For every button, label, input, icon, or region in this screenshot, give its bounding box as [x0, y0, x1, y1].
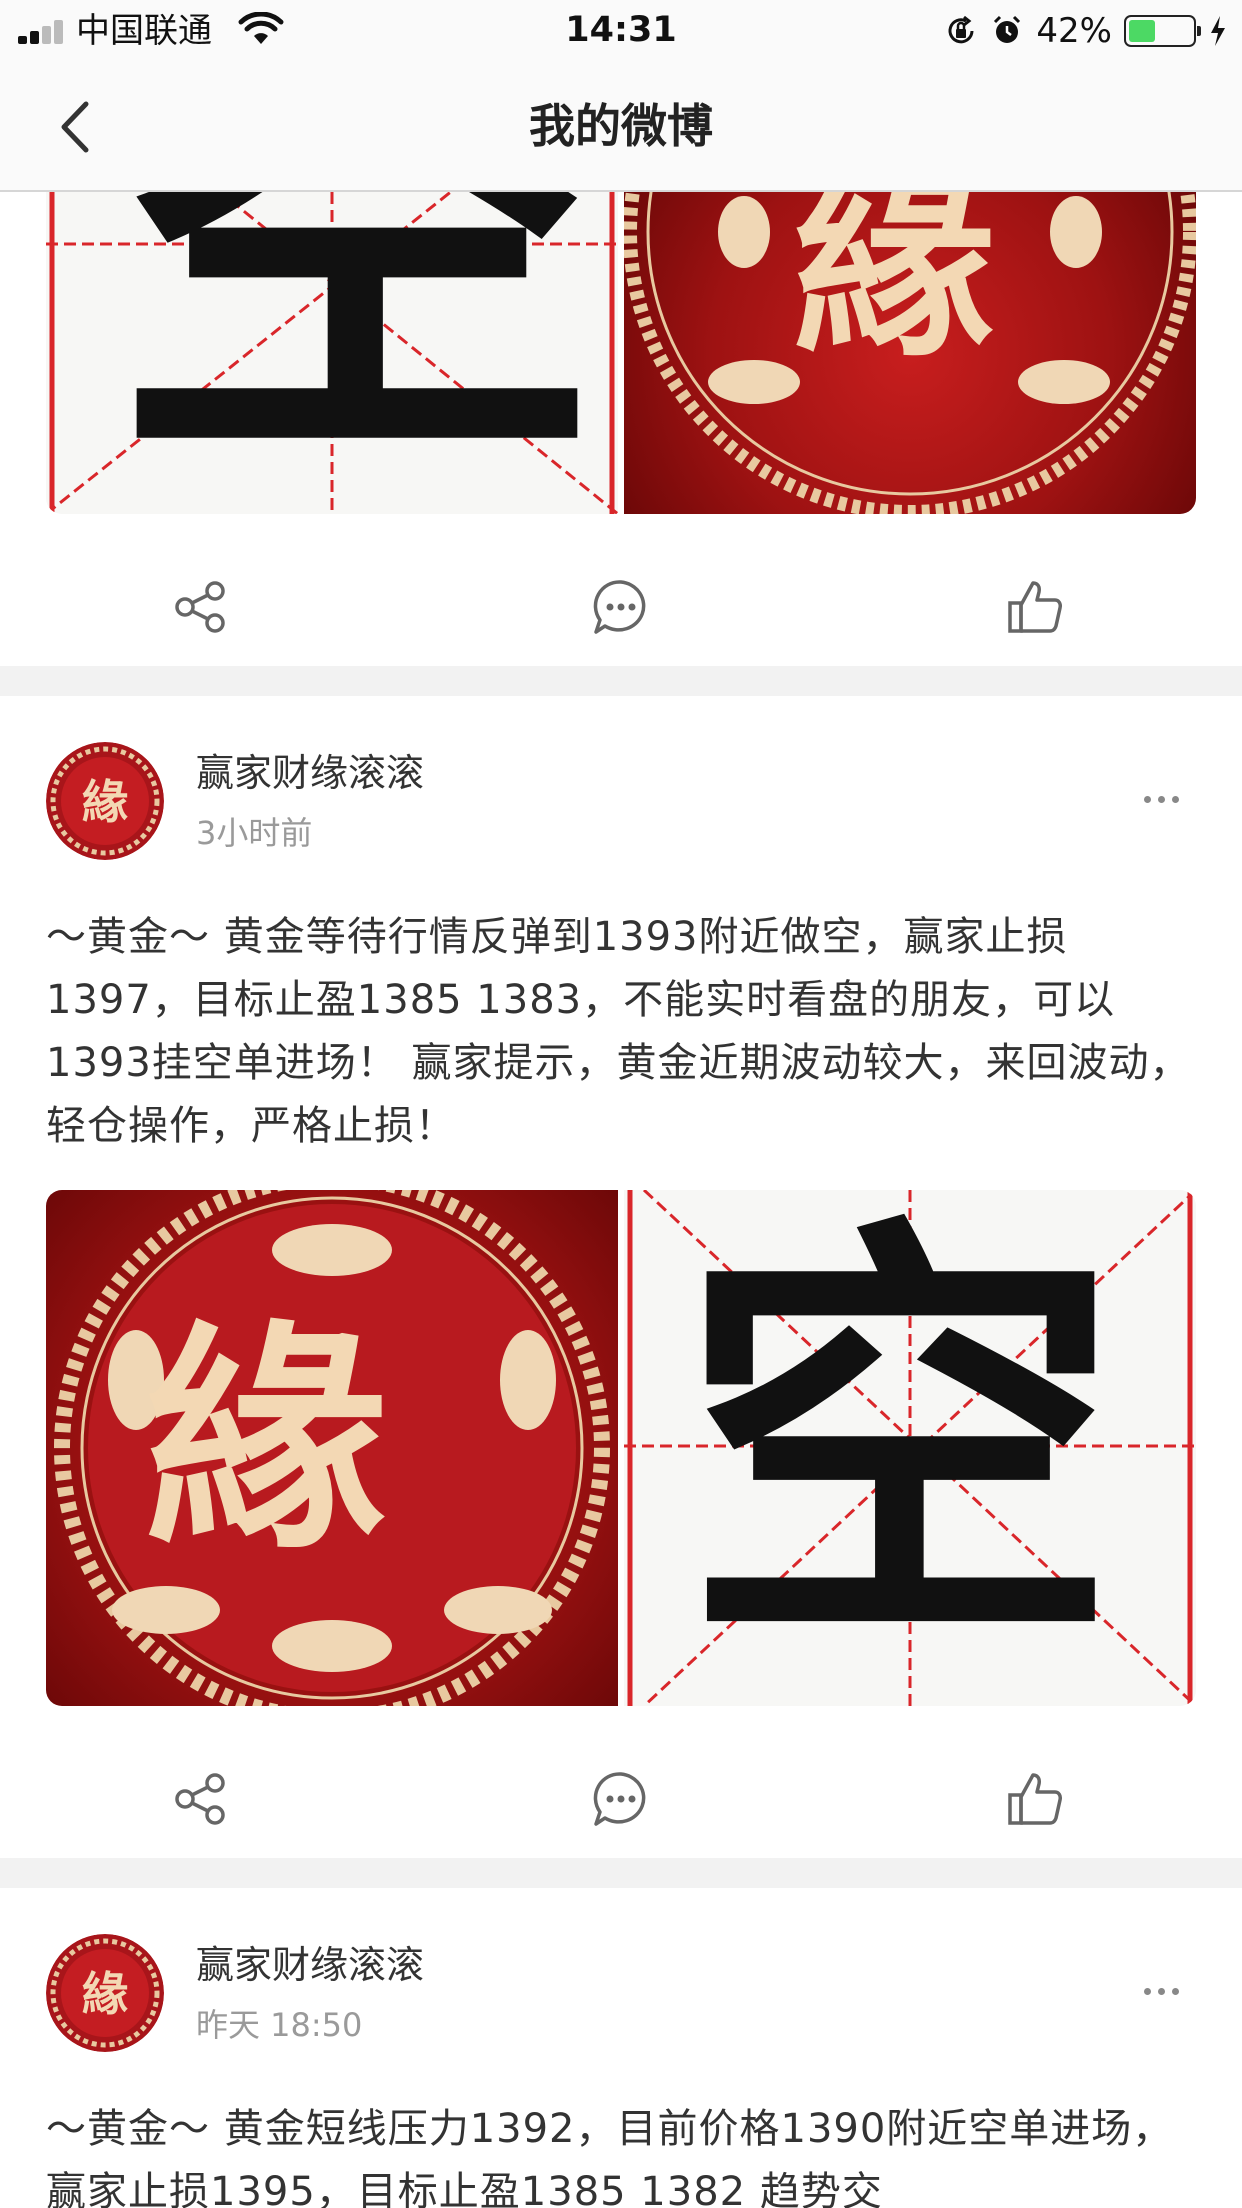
status-bar: 中国联通 14:31 42%: [0, 0, 1242, 62]
author-name[interactable]: 赢家财缘滚滚: [196, 1940, 424, 1990]
battery-icon: [1124, 15, 1201, 47]
share-icon[interactable]: [166, 1764, 236, 1834]
like-icon[interactable]: [1000, 1764, 1070, 1834]
nav-bar: 我的微博: [0, 62, 1242, 192]
alarm-icon: [994, 15, 1021, 43]
kong-char: 空: [680, 1190, 1120, 1698]
post-text: ～黄金～ 黄金短线压力1392，目前价格1390附近空单进场，赢家止损1395，…: [46, 2106, 1174, 2208]
comment-icon[interactable]: [586, 1764, 656, 1834]
kong-char: 空: [106, 192, 606, 514]
more-icon[interactable]: [1136, 1976, 1186, 2006]
kong-image[interactable]: 空: [46, 192, 618, 514]
post-text: ～黄金～ 黄金等待行情反弹到1393附近做空，赢家止损1397，目标止盈1385…: [46, 914, 1191, 1149]
avatar-char: 緣: [82, 1967, 128, 2021]
yuan-char: 緣: [794, 192, 995, 384]
yuan-image[interactable]: 緣: [624, 192, 1196, 514]
author-name[interactable]: 赢家财缘滚滚: [196, 748, 424, 798]
more-icon[interactable]: [1136, 784, 1186, 814]
action-bar: [0, 532, 1242, 682]
avatar[interactable]: 緣: [46, 1934, 164, 2052]
post-time: 3小时前: [196, 814, 313, 852]
comment-icon[interactable]: [586, 572, 656, 642]
post-separator: [0, 1858, 1242, 1888]
share-icon[interactable]: [166, 572, 236, 642]
post-image-row: 緣 空: [46, 1190, 1196, 1706]
page-title: 我的微博: [529, 99, 713, 153]
avatar[interactable]: 緣: [46, 742, 164, 860]
post-time: 昨天 18:50: [196, 2006, 363, 2044]
post-header: 緣 赢家财缘滚滚 昨天 18:50: [0, 1914, 1242, 2064]
feed[interactable]: 空 緣 緣 赢家财缘滚滚 3小时前 ～黄金～ 黄金等待行情反弹到1393附近做空…: [0, 192, 1242, 2208]
yuan-char: 緣: [146, 1299, 387, 1581]
kong-image[interactable]: 空: [624, 1190, 1196, 1706]
post-header: 緣 赢家财缘滚滚 3小时前: [0, 722, 1242, 872]
battery-percent: 42%: [1036, 11, 1112, 51]
yuan-image[interactable]: 緣: [46, 1190, 618, 1706]
action-bar: [0, 1724, 1242, 1874]
charging-icon: [1211, 16, 1225, 46]
orientation-lock-icon: [948, 15, 974, 44]
avatar-char: 緣: [82, 775, 128, 829]
like-icon[interactable]: [1000, 572, 1070, 642]
post-separator: [0, 666, 1242, 696]
post-image-row: 空 緣: [46, 192, 1196, 514]
